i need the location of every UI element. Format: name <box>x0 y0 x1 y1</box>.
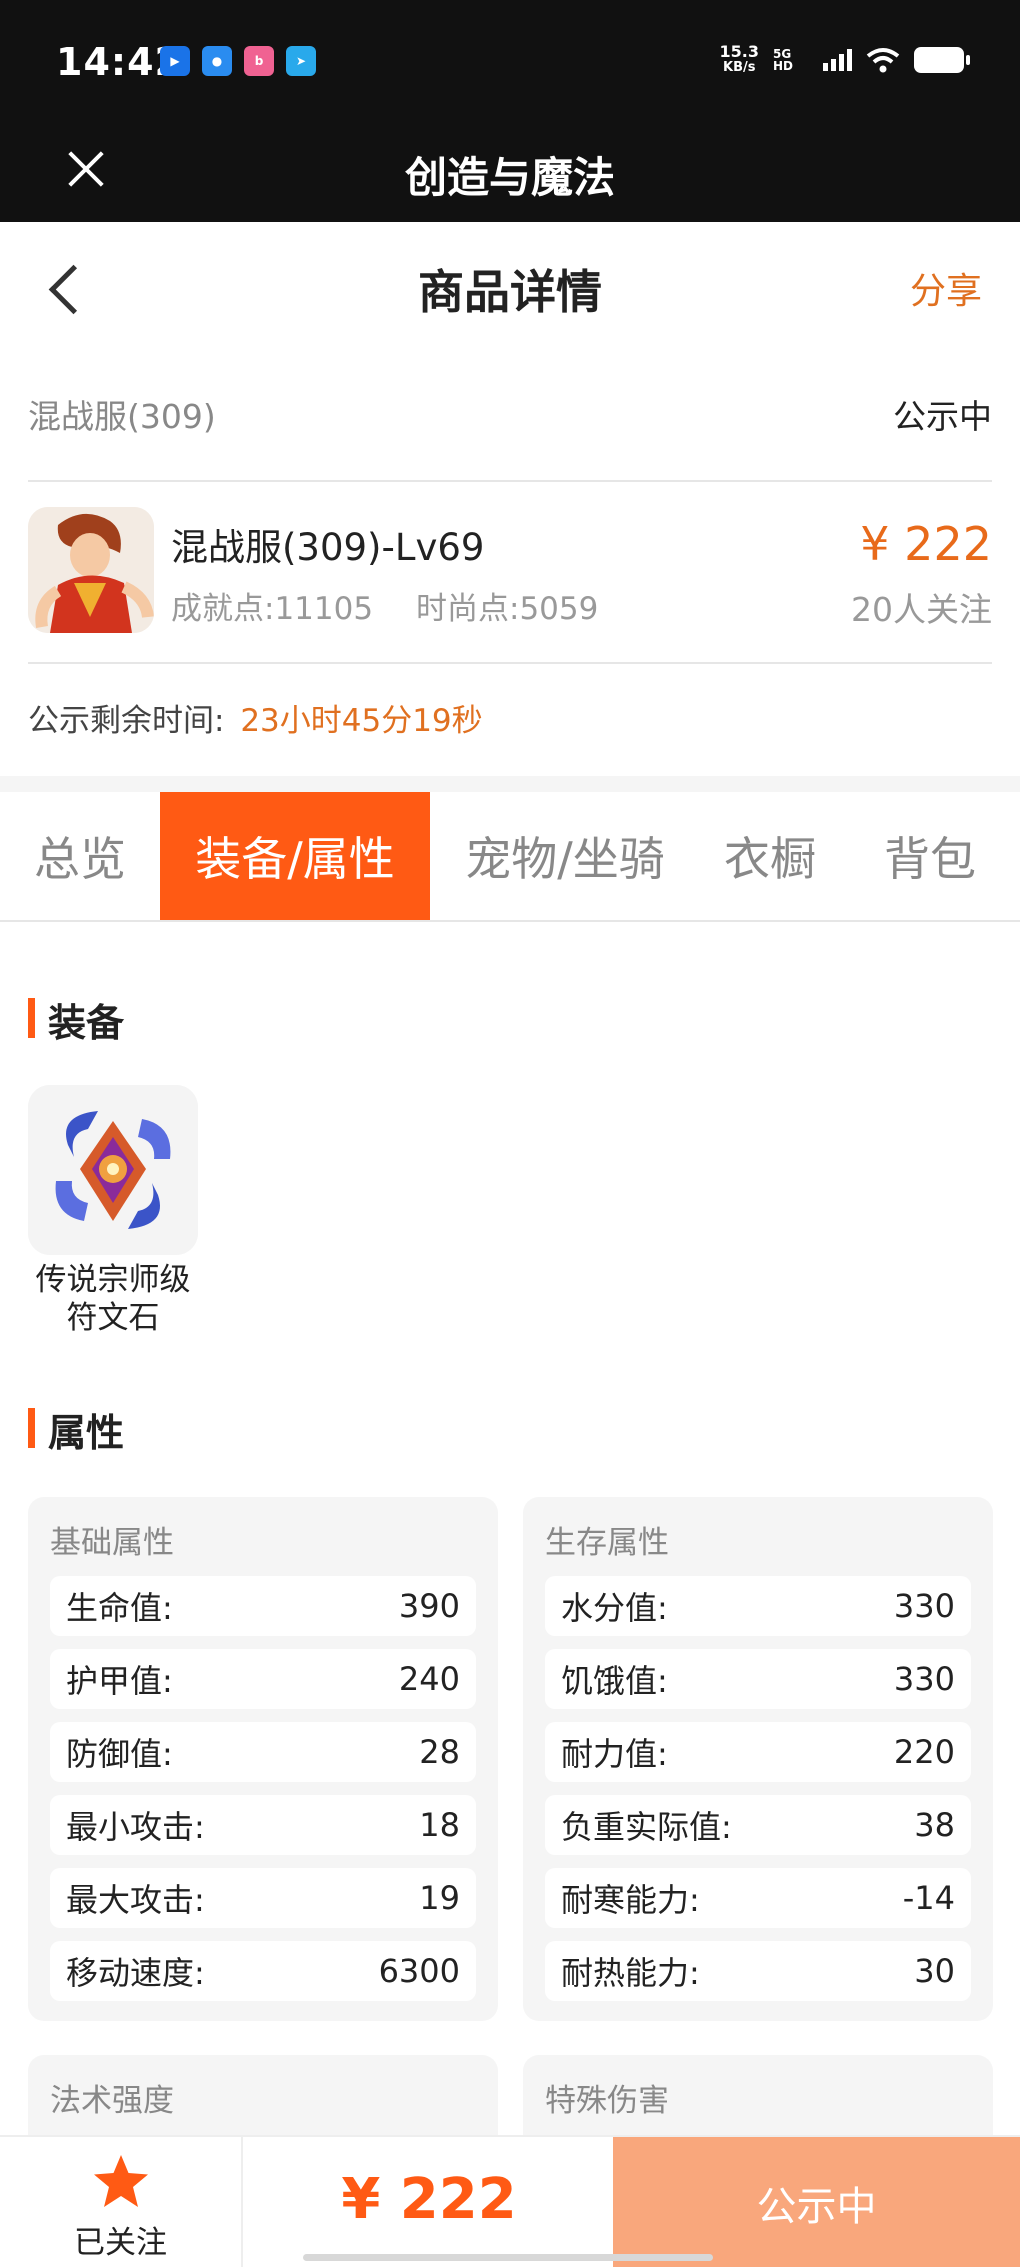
status-bar: 14:42 ▶ ● b ➤ 15.3 KB/s 5G HD <box>0 0 1020 120</box>
attr-row: 最大攻击: 19 <box>50 1868 476 1928</box>
follow-button[interactable]: 已关注 <box>0 2137 243 2267</box>
app-bar: 创造与魔法 <box>0 120 1020 222</box>
battery-icon <box>914 47 970 73</box>
page-header: 商品详情 分享 <box>0 222 1020 354</box>
server-row: 混战服(309) 公示中 <box>28 390 992 450</box>
countdown-value: 23小时45分19秒 <box>240 703 483 739</box>
attr-row: 负重实际值: 38 <box>545 1795 971 1855</box>
tab-wardrobe[interactable]: 衣橱 <box>700 792 840 920</box>
publicity-status: 公示中 <box>893 397 992 436</box>
achievement-points: 成就点:11105 <box>171 591 374 627</box>
attr-row: 最小攻击: 18 <box>50 1795 476 1855</box>
server-name: 混战服(309) <box>28 397 216 436</box>
character-portrait-icon <box>28 507 154 633</box>
attr-row: 生命值: 390 <box>50 1576 476 1636</box>
page-title: 商品详情 <box>418 265 602 319</box>
divider <box>28 480 992 482</box>
app-title: 创造与魔法 <box>404 153 615 202</box>
watchers-count: 20人关注 <box>851 590 992 629</box>
basic-attributes-title: 基础属性 <box>50 1525 174 1561</box>
countdown-label: 公示剩余时间: <box>28 703 225 739</box>
attr-row: 耐寒能力: -14 <box>545 1868 971 1928</box>
basic-attributes-panel: 基础属性 生命值: 390 护甲值: 240 防御值: 28 最小攻击: 18 最大攻击… <box>28 1497 498 2021</box>
attr-row: 饥饿值: 330 <box>545 1649 971 1709</box>
rune-stone-icon <box>28 1085 198 1255</box>
equipment-item[interactable]: 传说宗师级 符文石 <box>28 1085 198 1337</box>
section-gap <box>0 776 1020 792</box>
attr-row: 护甲值: 240 <box>50 1649 476 1709</box>
share-button[interactable]: 分享 <box>910 262 982 314</box>
star-icon <box>94 2155 148 2207</box>
status-right-cluster: 15.3 KB/s 5G HD <box>719 42 970 76</box>
bilibili-app-icon: b <box>244 46 274 76</box>
magic-power-title: 法术强度 <box>50 2083 174 2119</box>
survival-attributes-title: 生存属性 <box>545 1525 669 1561</box>
attributes-heading: 属性 <box>28 1402 124 1457</box>
attr-row: 水分值: 330 <box>545 1576 971 1636</box>
tab-pets-mounts[interactable]: 宠物/坐骑 <box>430 792 700 920</box>
telegram-app-icon: ➤ <box>286 46 316 76</box>
attr-row: 防御值: 28 <box>50 1722 476 1782</box>
equipment-heading: 装备 <box>28 992 124 1047</box>
tab-equipment-attributes[interactable]: 装备/属性 <box>160 792 430 920</box>
publicity-countdown: 公示剩余时间: 23小时45分19秒 <box>28 695 483 740</box>
net-type: 5G HD <box>773 47 794 73</box>
notification-app-icons: ▶ ● b ➤ <box>160 46 316 76</box>
character-avatar <box>28 507 154 633</box>
item-summary[interactable]: 混战服(309)-Lv69 成就点:11105 时尚点:5059 ¥ 222 2… <box>28 505 992 640</box>
home-indicator[interactable] <box>303 2254 713 2261</box>
bottom-action-bar: 已关注 ¥ 222 公示中 <box>0 2135 1020 2267</box>
survival-attributes-panel: 生存属性 水分值: 330 饥饿值: 330 耐力值: 220 负重实际值: 38 耐寒… <box>523 1497 993 2021</box>
tab-backpack[interactable]: 背包 <box>840 792 1020 920</box>
equipment-name: 传说宗师级 符文石 <box>35 1262 191 1336</box>
bottom-price: ¥ 222 <box>341 2167 517 2232</box>
detail-tabs: 总览 装备/属性 宠物/坐骑 衣橱 背包 <box>0 792 1020 922</box>
divider <box>28 662 992 664</box>
browser-app-icon: ● <box>202 46 232 76</box>
publicity-status-button[interactable]: 公示中 <box>613 2137 1020 2267</box>
follow-label: 已关注 <box>74 2225 167 2261</box>
attr-row: 耐力值: 220 <box>545 1722 971 1782</box>
attr-row: 移动速度: 6300 <box>50 1941 476 2001</box>
fashion-points: 时尚点:5059 <box>416 591 599 627</box>
wifi-icon <box>866 48 900 73</box>
special-damage-title: 特殊伤害 <box>545 2083 669 2119</box>
attr-row: 耐热能力: 30 <box>545 1941 971 2001</box>
location-app-icon: ▶ <box>160 46 190 76</box>
item-price: ¥ 222 <box>860 517 992 571</box>
net-speed: 15.3 KB/s <box>719 42 759 76</box>
tab-overview[interactable]: 总览 <box>0 792 160 920</box>
item-title: 混战服(309)-Lv69 <box>171 526 485 569</box>
signal-icon <box>823 49 852 71</box>
